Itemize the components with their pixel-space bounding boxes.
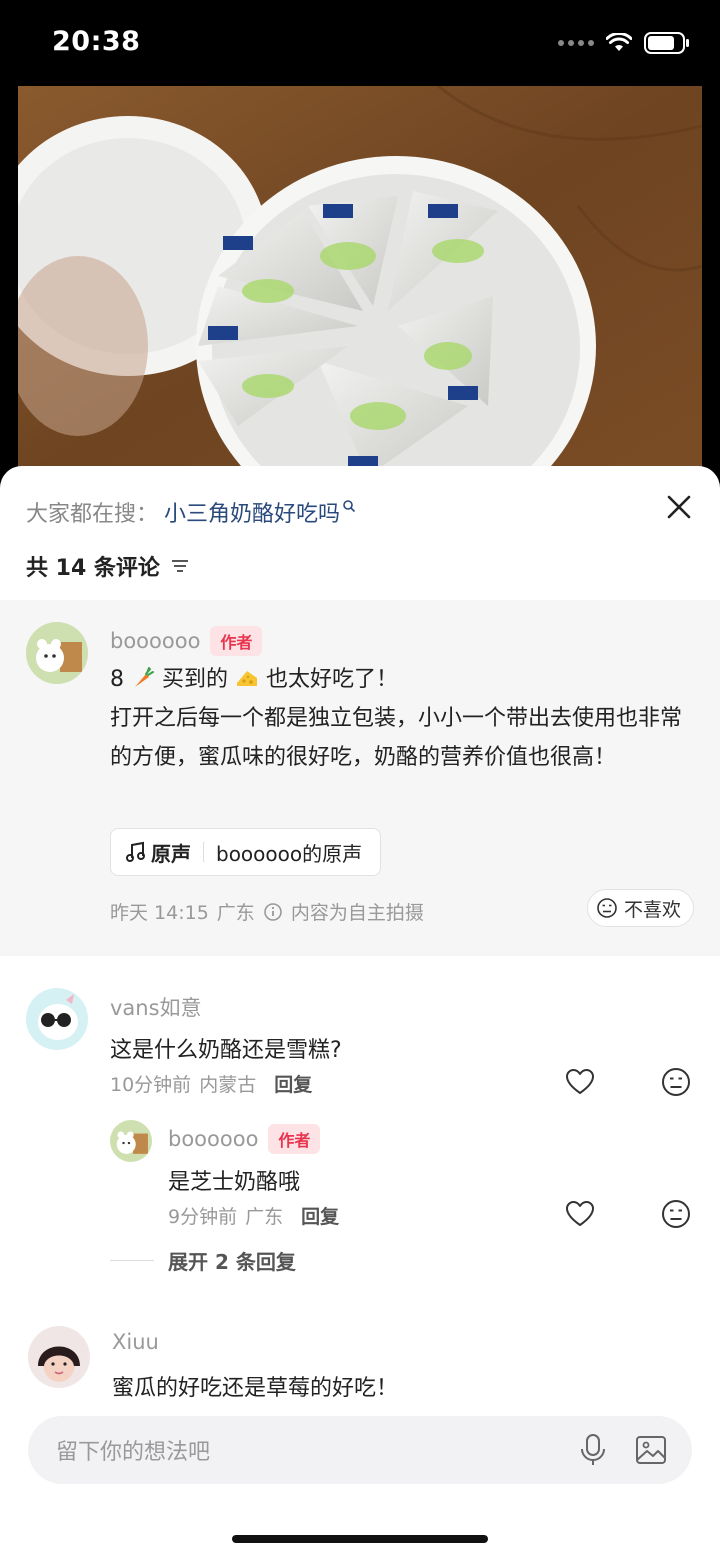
commenter-avatar[interactable] — [26, 988, 88, 1050]
reply-button[interactable]: 回复 — [301, 1202, 339, 1229]
comment-location: 内蒙古 — [199, 1074, 257, 1096]
filter-icon[interactable] — [170, 557, 190, 575]
post-meta: 昨天 14:15 广东 内容为自主拍摄 — [110, 898, 424, 925]
commenter-username[interactable]: vans如意 — [110, 992, 202, 1022]
post-text: 打开之后每一个都是独立包装，小小一个带出去使用也非常的方便，蜜瓜味的很好吃，奶酪… — [110, 706, 683, 770]
music-divider — [203, 842, 204, 862]
dislike-face-icon — [597, 898, 617, 918]
status-time: 20:38 — [52, 26, 141, 57]
comment-input-placeholder: 留下你的想法吧 — [56, 1440, 211, 1465]
post-line1-c: 也太好吃了！ — [266, 667, 399, 692]
music-title: boooooo的原声 — [216, 841, 363, 866]
music-label: 原声 — [151, 841, 191, 866]
author-username[interactable]: boooooo — [110, 629, 200, 653]
battery-icon — [644, 32, 689, 54]
expand-replies-button[interactable]: 展开 2 条回复 — [110, 1246, 296, 1275]
carrot-emoji-icon — [135, 667, 154, 687]
comment-count-label: 共 14 条评论 — [26, 556, 160, 581]
avatar-cat-image — [110, 1120, 152, 1162]
expand-replies-label: 展开 2 条回复 — [168, 1250, 296, 1274]
post-line1-b: 买到的 — [162, 667, 229, 692]
comment-time: 10分钟前 — [110, 1074, 192, 1096]
author-tag: 作者 — [268, 1124, 321, 1154]
comment-input[interactable]: 留下你的想法吧 — [28, 1416, 692, 1484]
reply-button[interactable]: 回复 — [274, 1070, 312, 1097]
original-sound-pill[interactable]: 原声 boooooo的原声 — [110, 828, 382, 876]
home-indicator[interactable] — [232, 1535, 488, 1543]
comment-text: 蜜瓜的好吃还是草莓的好吃！ — [112, 1376, 399, 1401]
post-line1-a: 8 — [110, 667, 124, 692]
search-suggestion[interactable]: 大家都在搜： 小三角奶酪好吃吗 — [26, 496, 356, 528]
avatar-sunglasses-image — [26, 988, 88, 1050]
image-icon[interactable] — [634, 1432, 668, 1468]
post-time: 昨天 14:15 — [110, 902, 209, 924]
author-tag: 作者 — [210, 626, 263, 656]
wifi-icon — [606, 33, 632, 51]
comment-count[interactable]: 共 14 条评论 — [26, 550, 190, 582]
status-bar: 20:38 — [0, 0, 720, 86]
dislike-button[interactable]: 不喜欢 — [586, 889, 694, 927]
music-note-icon — [126, 841, 145, 862]
heart-icon[interactable] — [564, 1198, 596, 1230]
info-icon — [264, 902, 282, 921]
mic-icon[interactable] — [576, 1432, 610, 1468]
comment-meta: 10分钟前 内蒙古 回复 — [110, 1070, 312, 1097]
heart-icon[interactable] — [564, 1066, 596, 1098]
reply-time: 9分钟前 — [168, 1206, 238, 1228]
avatar-cat-image — [26, 622, 88, 684]
post-body: 8 买到的 也太好吃了！ 打开之后每一个都是独立包装，小小一个带出去使用也非常的… — [110, 660, 696, 777]
comment-text: 这是什么奶酪还是雪糕? — [110, 1038, 342, 1063]
reply-username-row: boooooo 作者 — [168, 1124, 321, 1154]
post-first-line: 8 买到的 也太好吃了！ — [110, 660, 696, 699]
author-username-row: boooooo 作者 — [110, 626, 263, 656]
search-term-link[interactable]: 小三角奶酪好吃吗 — [164, 496, 340, 528]
commenter-username-row: vans如意 — [110, 992, 202, 1022]
video-frame-cheese-box — [18, 86, 702, 486]
commenter-username[interactable]: Xiuu — [112, 1330, 159, 1354]
post-location: 广东 — [216, 902, 255, 924]
close-icon[interactable] — [664, 492, 694, 522]
dislike-face-icon[interactable] — [660, 1066, 692, 1098]
author-post: boooooo 作者 8 买到的 也太好吃了！ 打开之后每一个都是独立包装，小小… — [0, 600, 720, 956]
commenter-username-row: Xiuu — [112, 1330, 159, 1354]
cheese-emoji-icon — [237, 671, 258, 686]
avatar-girl-image — [28, 1326, 90, 1388]
video-player[interactable] — [18, 86, 702, 486]
expand-divider — [110, 1260, 154, 1261]
commenter-avatar[interactable] — [28, 1326, 90, 1388]
reply-text: 是芝士奶酪哦 — [168, 1170, 301, 1195]
input-icons — [576, 1432, 668, 1468]
comment-panel: 大家都在搜： 小三角奶酪好吃吗 共 14 条评论 boooooo 作者 8 买到… — [0, 466, 720, 1558]
reply-meta: 9分钟前 广东 回复 — [168, 1202, 339, 1229]
dislike-face-icon[interactable] — [660, 1198, 692, 1230]
reply-location: 广东 — [245, 1206, 284, 1228]
search-icon — [343, 500, 356, 513]
author-avatar[interactable] — [26, 622, 88, 684]
reply-avatar[interactable] — [110, 1120, 152, 1162]
post-notice: 内容为自主拍摄 — [290, 902, 424, 924]
signal-icon — [558, 40, 594, 46]
status-icons — [558, 32, 690, 54]
search-prefix: 大家都在搜： — [26, 502, 159, 527]
reply-username[interactable]: boooooo — [168, 1127, 258, 1151]
dislike-label: 不喜欢 — [623, 898, 681, 921]
